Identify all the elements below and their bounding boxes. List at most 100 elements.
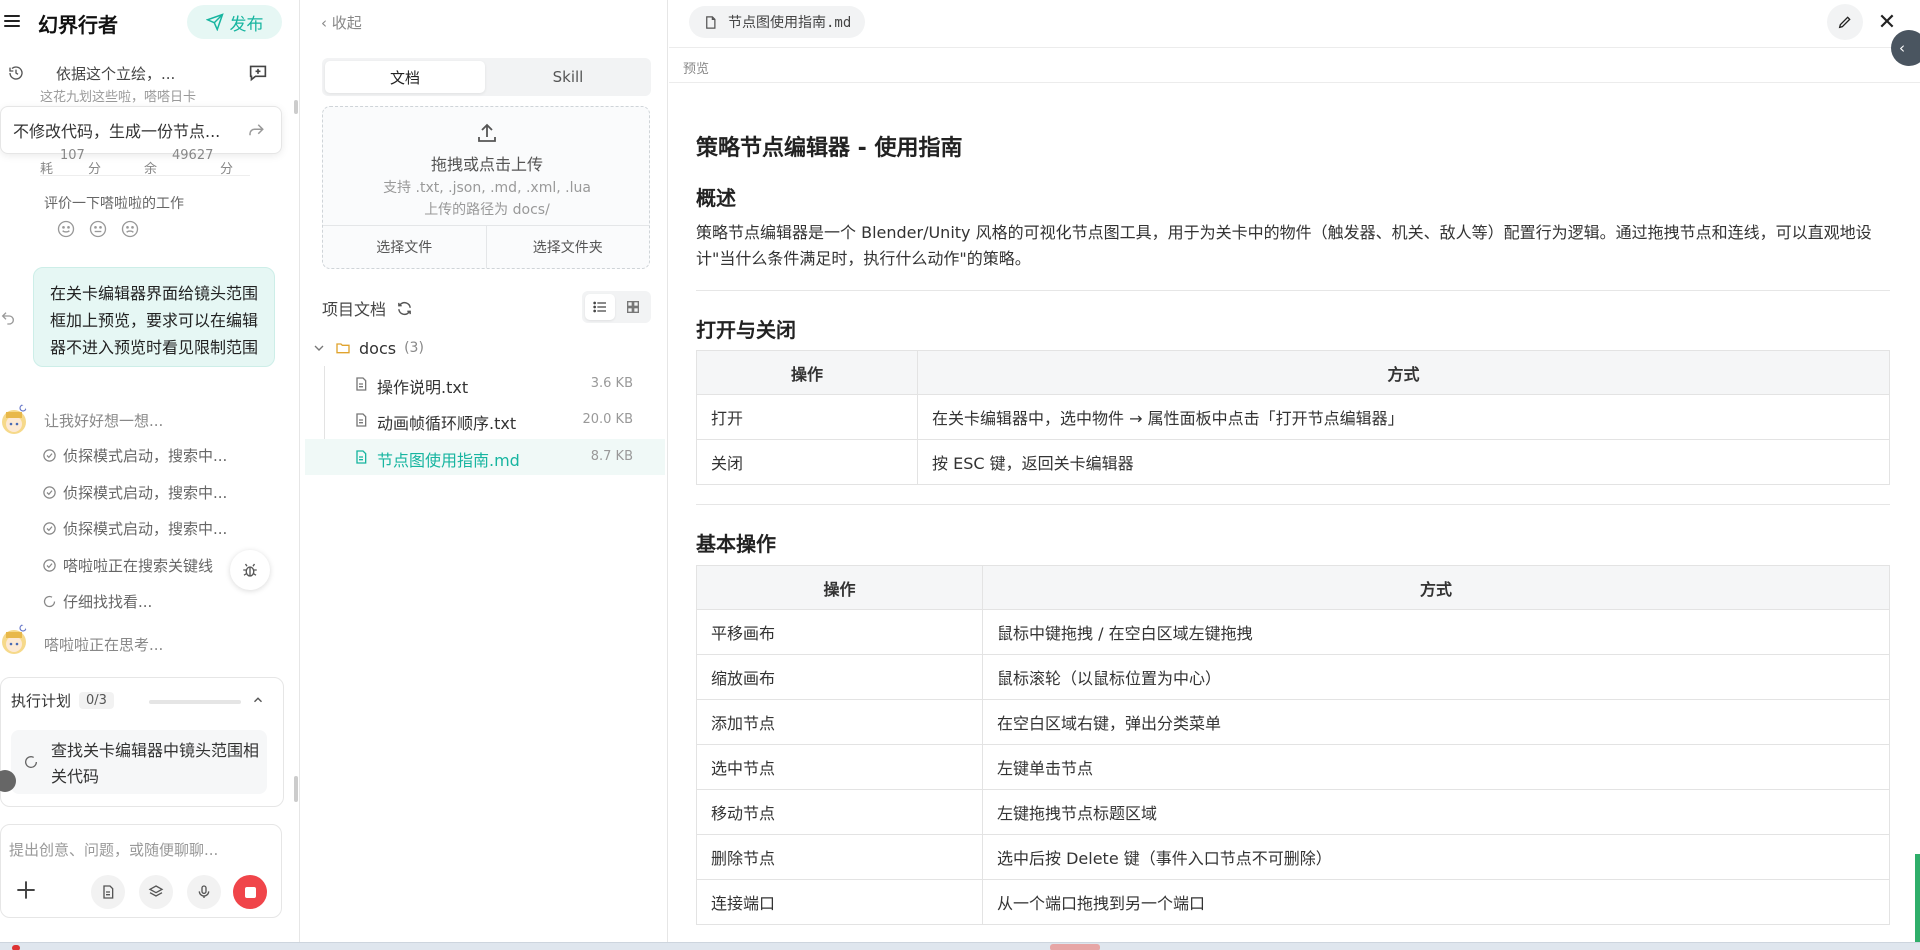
table-cell: 从一个端口拖拽到另一个端口 (982, 879, 1890, 925)
folder-name: docs (359, 338, 397, 358)
edit-button[interactable] (1827, 4, 1863, 40)
happy-face-icon[interactable] (56, 219, 76, 239)
table-cell: 选中节点 (696, 744, 983, 790)
folder-count: (3) (404, 340, 424, 356)
assistant-avatar (0, 402, 28, 436)
user-message-bubble: 在关卡编辑器界面给镜头范围框加上预览，要求可以在编辑器不进入预览时看见限制范围 (33, 267, 275, 367)
debug-button[interactable] (230, 550, 270, 590)
loading-icon (25, 756, 38, 768)
table-cell: 左键拖拽节点标题区域 (982, 789, 1890, 835)
tab-skill[interactable]: Skill (488, 61, 648, 93)
preview-label: 预览 (683, 62, 710, 77)
overview-text: 策略节点编辑器是一个 Blender/Unity 风格的可视化节点图工具，用于为… (696, 223, 1872, 268)
file-name: 节点图使用指南.md (377, 451, 520, 470)
table-header: 操作 (696, 565, 983, 610)
chat-input[interactable]: 提出创意、问题，或随便聊聊... (9, 839, 218, 860)
folder-docs[interactable]: docs (3) (311, 333, 424, 363)
table-row: 添加节点 在空白区域右键，弹出分类菜单 (696, 699, 1890, 745)
chat-panel: 幻界行者 发布 依据这个立绘，... 这花九划这些啦，嗒嗒日卡 不修改代码，生成… (0, 0, 300, 942)
used-label: 耗 (40, 162, 54, 177)
execution-plan-card: 执行计划 0/3 查找关卡编辑器中镜头范围相关代码 (0, 677, 284, 807)
table-row: 连接端口 从一个端口拖拽到另一个端口 (696, 879, 1890, 925)
scrollbar-thumb[interactable] (294, 100, 298, 114)
tab-documents[interactable]: 文档 (325, 61, 485, 93)
refresh-icon[interactable] (396, 300, 413, 317)
rating-faces (56, 219, 140, 239)
folder-icon (336, 343, 350, 354)
microphone-button[interactable] (187, 875, 221, 909)
file-icon (356, 377, 367, 391)
table-cell: 移动节点 (696, 789, 983, 835)
used-unit: 分 (88, 162, 102, 177)
history-icon[interactable] (8, 65, 24, 81)
file-name: 操作说明.txt (377, 378, 469, 397)
microphone-icon (198, 885, 210, 898)
collapse-label: 收起 (331, 14, 362, 32)
table-row: 删除节点 选中后按 Delete 键（事件入口节点不可删除） (696, 834, 1890, 880)
plan-header[interactable]: 执行计划 0/3 (11, 690, 114, 711)
document-button[interactable] (91, 875, 125, 909)
file-name: 动画帧循环顺序.txt (377, 414, 517, 433)
layers-icon (148, 885, 164, 897)
taskbar-app-icon[interactable] (12, 945, 20, 950)
choose-folder-button[interactable]: 选择文件夹 (485, 226, 650, 268)
stop-button[interactable] (233, 875, 267, 909)
table-cell: 连接端口 (696, 879, 983, 925)
document-icon (103, 885, 114, 899)
open-close-table: 操作 方式 打开 在关卡编辑器中，选中物件 → 属性面板中点击「打开节点编辑器」… (696, 350, 1890, 485)
table-header: 方式 (917, 350, 1890, 395)
table-cell: 打开 (696, 394, 918, 440)
plus-icon[interactable] (13, 877, 39, 903)
undo-icon[interactable] (0, 310, 16, 326)
open-file-tab[interactable]: 节点图使用指南.md (689, 6, 866, 38)
collapse-button[interactable]: ‹ 收起 (321, 12, 362, 33)
file-size: 8.7 KB (590, 449, 633, 464)
list-view-button[interactable] (585, 294, 615, 320)
used-value: 107 (60, 148, 85, 163)
step-label: 嗒啦啦正在搜索关键线 (63, 557, 214, 575)
taskbar-item[interactable] (1050, 944, 1100, 950)
table-row: 平移画布 鼠标中键拖拽 / 在空白区域左键拖拽 (696, 609, 1890, 655)
step-item: 嗒啦啦正在搜索关键线 (42, 555, 213, 576)
upload-formats: 支持 .txt, .json, .md, .xml, .lua (383, 180, 591, 196)
scrollbar-thumb[interactable] (294, 776, 298, 802)
table-cell: 按 ESC 键，返回关卡编辑器 (917, 439, 1890, 485)
view-toggle (582, 291, 651, 323)
table-cell: 在关卡编辑器中，选中物件 → 属性面板中点击「打开节点编辑器」 (917, 394, 1890, 440)
neutral-face-icon[interactable] (88, 219, 108, 239)
chevron-up-icon[interactable] (251, 693, 265, 707)
upload-dropzone[interactable]: 拖拽或点击上传 支持 .txt, .json, .md, .xml, .lua … (322, 106, 650, 269)
file-item[interactable]: 动画帧循环顺序.txt 20.0 KB (305, 402, 665, 438)
choose-file-button[interactable]: 选择文件 (323, 226, 486, 268)
send-icon (205, 13, 224, 31)
step-item: 仔细找找看... (42, 591, 152, 612)
stop-icon (244, 886, 256, 898)
file-item-active[interactable]: 节点图使用指南.md 8.7 KB (305, 439, 665, 475)
thinking-text: 嗒啦啦正在思考... (44, 636, 164, 654)
grid-view-button[interactable] (618, 294, 648, 320)
chevron-left-icon: ‹ (1899, 39, 1905, 57)
sad-face-icon[interactable] (120, 219, 140, 239)
upload-actions: 选择文件 选择文件夹 (323, 225, 649, 268)
file-item[interactable]: 操作说明.txt 3.6 KB (305, 366, 665, 402)
app-title: 幻界行者 (38, 13, 118, 37)
table-cell: 左键单击节点 (982, 744, 1890, 790)
suggestion-card[interactable]: 不修改代码，生成一份节点... (0, 106, 282, 154)
new-chat-icon[interactable] (248, 64, 268, 82)
grid-icon (627, 301, 639, 313)
left-label: 余 (144, 162, 158, 177)
share-icon[interactable] (247, 121, 265, 139)
menu-icon[interactable] (4, 13, 20, 29)
conversation-title[interactable]: 依据这个立绘，... (56, 63, 175, 84)
divider (696, 504, 1890, 505)
table-header: 方式 (982, 565, 1890, 610)
layers-button[interactable] (139, 875, 173, 909)
table-cell: 缩放画布 (696, 654, 983, 700)
side-collapse-button[interactable]: ‹ (1891, 30, 1920, 66)
publish-button[interactable]: 发布 (187, 5, 282, 39)
publish-label: 发布 (229, 14, 264, 35)
table-row: 移动节点 左键拖拽节点标题区域 (696, 789, 1890, 835)
step-label: 侦探模式启动，搜索中... (63, 520, 228, 538)
file-tabs: 文档 Skill (322, 58, 651, 96)
step-item: 侦探模式启动，搜索中... (42, 482, 227, 503)
